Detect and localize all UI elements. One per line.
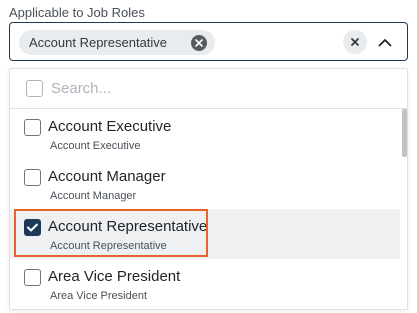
clear-all-icon[interactable] [343,30,367,54]
option-subtitle: Account Executive [50,140,141,152]
option-checkbox-checked[interactable] [24,219,41,236]
option-account-manager[interactable]: Account Manager Account Manager [10,159,400,209]
option-checkbox[interactable] [24,169,41,186]
option-account-executive[interactable]: Account Executive Account Executive [10,109,400,159]
field-label: Applicable to Job Roles [9,5,145,20]
option-checkbox[interactable] [24,269,41,286]
option-title: Account Manager [48,168,166,185]
option-subtitle: Account Manager [50,190,137,202]
chevron-up-icon[interactable] [374,31,396,53]
job-roles-select[interactable]: Account Representative [9,22,408,61]
option-title: Area Vice President [48,268,181,285]
option-subtitle: Area Vice President [50,290,148,302]
option-subtitle: Account Representative [50,240,167,252]
option-title: Account Executive [48,118,172,135]
options-list: Account Executive Account Executive Acco… [10,109,400,309]
check-icon [27,223,38,232]
search-row [10,69,407,109]
option-title: Account Representative [48,218,208,235]
chip-remove-icon[interactable] [191,34,207,51]
chip-label: Account Representative [29,35,168,50]
scrollbar-thumb[interactable] [402,109,407,157]
scrollbar[interactable] [401,109,407,309]
dropdown-panel: Account Executive Account Executive Acco… [9,68,408,310]
option-checkbox[interactable] [24,119,41,136]
selected-chip: Account Representative [19,30,215,55]
option-account-representative[interactable]: Account Representative Account Represent… [10,209,400,259]
search-input[interactable] [51,80,351,97]
option-area-vice-president[interactable]: Area Vice President Area Vice President [10,259,400,309]
select-all-checkbox[interactable] [26,80,43,97]
